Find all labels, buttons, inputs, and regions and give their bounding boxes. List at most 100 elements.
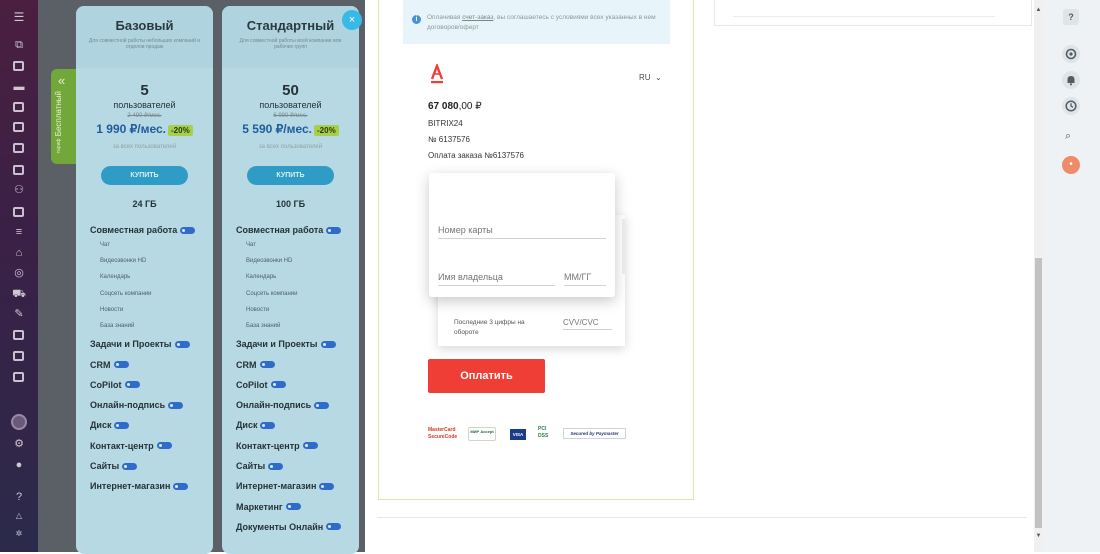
price: 5 590 ₽/мес. <box>242 122 313 136</box>
price: 1 990 ₽/мес. <box>96 122 167 136</box>
cardholder-name-input[interactable] <box>438 268 555 286</box>
feature-calendar: Календарь <box>100 274 131 281</box>
settings-icon[interactable]: ⚙ <box>12 438 26 450</box>
pay-button[interactable]: Оплатить <box>428 359 545 393</box>
users-label: пользователей <box>113 100 176 110</box>
discount-badge: -20% <box>314 125 339 136</box>
toggle-icon <box>114 421 130 429</box>
menu-icon[interactable]: ☰ <box>12 11 26 23</box>
help-icon[interactable]: ? <box>12 491 26 503</box>
plan-description: Для совместной работы небольших компаний… <box>88 38 201 50</box>
toggle-icon <box>268 462 284 470</box>
marketplace-icon[interactable] <box>11 414 27 430</box>
language-select[interactable]: RU ⌄ <box>639 73 662 82</box>
gear-small-icon[interactable]: ✲ <box>12 528 26 540</box>
feature-shop: Интернет-магазин <box>236 476 359 496</box>
cvv-hint: Последние 3 цифры на обороте <box>454 319 525 336</box>
users-count: 50 <box>282 82 299 99</box>
copilot-button[interactable] <box>1062 45 1080 63</box>
scroll-down-icon[interactable]: ▼ <box>1034 532 1043 540</box>
feature-kb: База знаний <box>100 323 135 330</box>
sign-icon[interactable]: ✎ <box>12 308 26 320</box>
payment-amount: 67 080,00 ₽ <box>428 101 482 112</box>
toggle-icon <box>314 401 330 409</box>
tasks-icon[interactable] <box>13 61 24 71</box>
feature-news: Новости <box>100 306 124 313</box>
copilot-icon <box>1065 48 1077 60</box>
toggle-icon <box>180 226 196 234</box>
plan-card-basic: Базовый Для совместной работы небольших … <box>76 6 213 554</box>
toggle-icon <box>113 361 129 369</box>
chat-icon[interactable]: ▬ <box>12 81 26 93</box>
avatar[interactable]: • <box>1062 156 1080 174</box>
price-row: 1 990 ₽/мес. -20% <box>76 120 213 138</box>
feature-tasks: Задачи и Проекты <box>236 334 359 354</box>
mail-icon[interactable] <box>13 165 24 175</box>
search-icon[interactable]: ⌕ <box>1065 130 1071 143</box>
feature-marketing: Маркетинг <box>236 497 359 517</box>
document-icon[interactable] <box>13 122 24 132</box>
page-scrollbar[interactable]: ▲ ▼ <box>1034 0 1043 552</box>
invoice-link[interactable]: счет-заказ <box>462 14 493 21</box>
feature-esign: Онлайн-подпись <box>236 395 359 415</box>
close-slider-button[interactable]: × <box>342 10 362 30</box>
order-description: Оплата заказа №6137576 <box>428 151 524 160</box>
copilot-icon[interactable]: ◎ <box>12 267 26 279</box>
calendar-icon[interactable] <box>13 102 24 112</box>
group-icon[interactable]: ⚇ <box>12 184 26 196</box>
buy-button-standard[interactable]: КУПИТЬ <box>247 166 334 185</box>
card-number-input[interactable] <box>438 221 606 239</box>
toggle-icon <box>124 381 140 389</box>
filter-icon[interactable]: ≡ <box>12 226 26 238</box>
free-plan-tab[interactable]: « тариф Бесплатный <box>51 69 76 164</box>
offer-notice-text: Оплачивая счет-заказ, вы соглашаетесь с … <box>427 14 656 31</box>
feature-calendar: Календарь <box>246 274 277 281</box>
printer-icon[interactable] <box>13 351 24 361</box>
old-price: 2 490 ₽/мес. <box>127 113 162 119</box>
feature-video: Видеозвонки HD <box>100 258 147 265</box>
feature-disk: Диск <box>236 415 359 435</box>
feature-social: Соцсеть компании <box>246 290 298 297</box>
contact-center-icon[interactable] <box>13 330 24 340</box>
old-price: 6 990 ₽/мес. <box>273 113 308 119</box>
per-users-note: за всех пользователей <box>258 144 323 150</box>
timeman-button[interactable] <box>1062 97 1080 115</box>
scroll-up-icon[interactable]: ▲ <box>1034 6 1043 14</box>
box-icon[interactable] <box>13 372 24 382</box>
cart-icon[interactable]: ⛟ <box>12 288 26 300</box>
feature-copilot: CoPilot <box>236 375 359 395</box>
buy-button-basic[interactable]: КУПИТЬ <box>101 166 188 185</box>
feature-chat: Чат <box>246 242 256 249</box>
more-icon[interactable]: ● <box>12 459 26 471</box>
scroll-thumb[interactable] <box>1035 258 1042 528</box>
plan-title: Стандартный <box>246 18 335 33</box>
help-button[interactable]: ? <box>1063 9 1079 25</box>
warning-icon[interactable]: △ <box>12 510 26 522</box>
price-row: 5 590 ₽/мес. -20% <box>222 120 359 138</box>
feature-shop: Интернет-магазин <box>90 476 213 496</box>
chevron-down-icon: ⌄ <box>655 73 662 82</box>
right-toolbar: ? ⌕ • <box>1043 0 1100 552</box>
feature-sites: Сайты <box>90 456 213 476</box>
offer-notice: i Оплачивая счет-заказ, вы соглашаетесь … <box>403 0 670 44</box>
feature-social: Соцсеть компании <box>100 290 152 297</box>
drive-icon[interactable] <box>13 143 24 153</box>
payment-slider: i Оплачивая счет-заказ, вы соглашаетесь … <box>365 0 1057 552</box>
plan-description: Для совместной работы всей компании или … <box>239 38 342 50</box>
cvv-input[interactable] <box>563 315 612 330</box>
feature-collab: Совместная работа <box>90 223 213 237</box>
summary-panel <box>714 0 1032 26</box>
feature-docs: Документы Онлайн <box>236 517 359 537</box>
toggle-icon <box>302 442 318 450</box>
notifications-button[interactable] <box>1062 71 1080 89</box>
bank-icon[interactable]: ⌂ <box>12 247 26 259</box>
crm-icon[interactable] <box>13 207 24 217</box>
expiry-input[interactable] <box>564 268 606 286</box>
payment-form-frame: i Оплачивая счет-заказ, вы соглашаетесь … <box>378 0 694 500</box>
discount-badge: -20% <box>168 125 193 136</box>
feed-icon[interactable]: ⧉ <box>12 39 26 51</box>
bell-icon <box>1067 76 1075 86</box>
users-label: пользователей <box>259 100 322 110</box>
feature-esign: Онлайн-подпись <box>90 395 213 415</box>
users-count: 5 <box>140 82 149 99</box>
